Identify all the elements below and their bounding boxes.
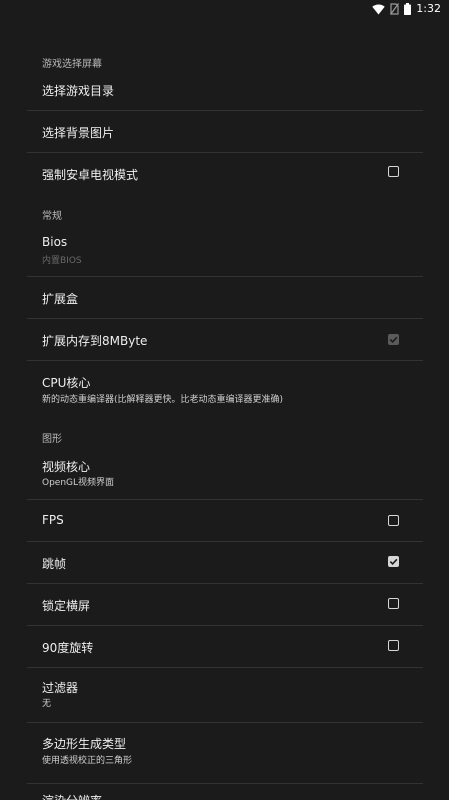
rotate-90-checkbox[interactable] <box>388 640 399 651</box>
status-time: 1:32 <box>416 2 441 15</box>
setting-subtitle: 新的动态重编译器(比解释器更快。比老动态重编译器更准确) <box>42 395 284 405</box>
section-header-graphics: 图形 <box>42 434 62 445</box>
fps-checkbox[interactable] <box>388 515 399 526</box>
setting-title: 扩展内存到8MByte <box>42 334 148 348</box>
setting-subtitle: 使用透视校正的三角形 <box>42 756 133 766</box>
setting-fps[interactable]: FPS <box>0 500 449 541</box>
setting-title: 强制安卓电视模式 <box>42 168 139 182</box>
no-sim-icon <box>390 0 400 19</box>
battery-icon <box>404 0 412 19</box>
setting-title: 过滤器 <box>42 681 79 695</box>
setting-frame-skip[interactable]: 跳帧 <box>0 542 449 583</box>
setting-title: 选择背景图片 <box>42 126 115 140</box>
setting-title: 视频核心 <box>42 460 91 474</box>
setting-title: 跳帧 <box>42 557 67 571</box>
setting-subtitle: 无 <box>42 699 52 709</box>
setting-expand-memory[interactable]: 扩展内存到8MByte <box>0 319 449 360</box>
setting-title: 扩展盒 <box>42 292 79 306</box>
expand-memory-checkbox[interactable] <box>388 334 399 345</box>
checkmark-icon <box>389 336 398 344</box>
setting-force-tv-mode[interactable]: 强制安卓电视模式 <box>0 153 449 194</box>
setting-title: 选择游戏目录 <box>42 84 115 98</box>
setting-title: 锁定横屏 <box>42 599 91 613</box>
setting-lock-landscape[interactable]: 锁定横屏 <box>0 584 449 625</box>
setting-bios[interactable]: Bios 内置BIOS <box>0 225 449 276</box>
setting-title: 渲染分辨率 <box>42 792 102 800</box>
setting-rotate-90[interactable]: 90度旋转 <box>0 626 449 667</box>
setting-choose-background[interactable]: 选择背景图片 <box>0 111 449 152</box>
setting-title: Bios <box>42 235 68 249</box>
lock-landscape-checkbox[interactable] <box>388 598 399 609</box>
section-header-game-select: 游戏选择屏幕 <box>42 59 102 70</box>
status-bar: 1:32 <box>0 0 449 18</box>
setting-title: CPU核心 <box>42 376 91 390</box>
setting-cpu-core[interactable]: CPU核心 新的动态重编译器(比解释器更快。比老动态重编译器更准确) <box>0 361 449 413</box>
setting-subtitle: OpenGL视频界面 <box>42 478 115 488</box>
setting-video-core[interactable]: 视频核心 OpenGL视频界面 <box>0 448 449 499</box>
setting-title: 90度旋转 <box>42 641 94 655</box>
setting-choose-game-dir[interactable]: 选择游戏目录 <box>0 72 449 110</box>
section-header-general: 常规 <box>42 211 62 222</box>
setting-title: 多边形生成类型 <box>42 737 127 751</box>
setting-polygon-type[interactable]: 多边形生成类型 使用透视校正的三角形 <box>0 723 449 774</box>
frame-skip-checkbox[interactable] <box>388 556 399 567</box>
settings-list[interactable]: 游戏选择屏幕 选择游戏目录 选择背景图片 强制安卓电视模式 常规 Bios 内置… <box>0 18 449 800</box>
wifi-icon <box>372 0 385 19</box>
force-tv-mode-checkbox[interactable] <box>388 166 399 177</box>
setting-title: FPS <box>42 513 64 527</box>
status-icons: 1:32 <box>372 2 441 16</box>
setting-subtitle: 内置BIOS <box>42 256 82 266</box>
setting-render-resolution[interactable]: 渲染分辨率 <box>0 784 449 800</box>
checkmark-icon <box>389 558 398 566</box>
setting-expansion-box[interactable]: 扩展盒 <box>0 277 449 318</box>
setting-filter[interactable]: 过滤器 无 <box>0 668 449 722</box>
